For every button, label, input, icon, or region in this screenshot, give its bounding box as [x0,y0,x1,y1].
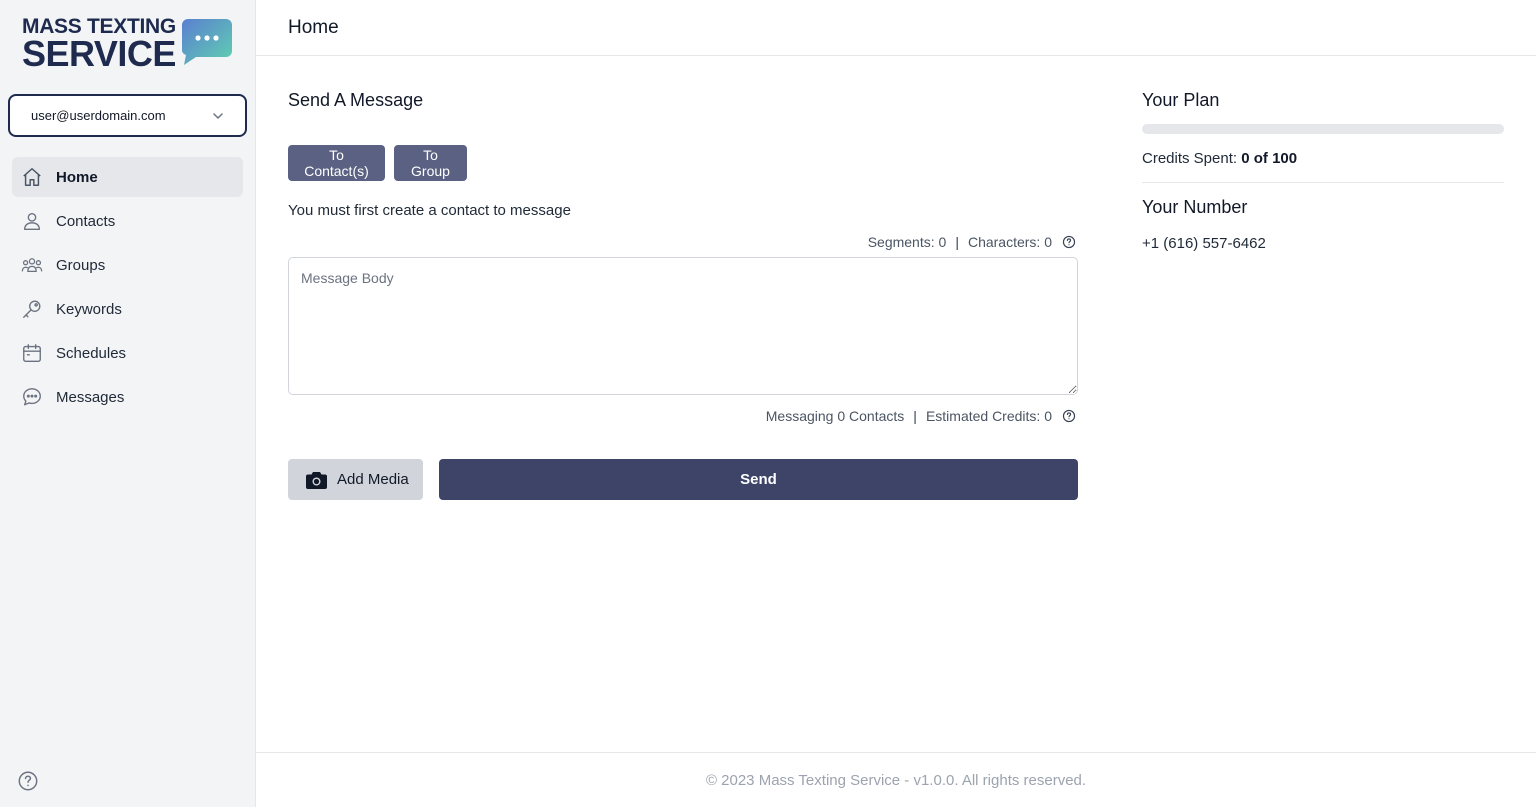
your-plan-title: Your Plan [1142,90,1220,110]
segments-count: Segments: 0 [867,234,947,250]
copyright-text: © 2023 Mass Texting Service - v1.0.0. Al… [705,771,1087,789]
sidebar: MASS TEXTING SERVICE user@userdomain.com… [0,0,256,807]
sidebar-item-label: Schedules [56,344,127,362]
users-group-icon [21,258,43,273]
sidebar-item-label: Contacts [56,212,116,230]
chat-icon [23,388,41,406]
credits-of: of [1253,150,1268,167]
send-button[interactable]: Send [439,459,1078,500]
key-icon [23,300,41,318]
message-stats: Segments: 0 | Characters: 0 [868,234,1076,250]
messaging-contacts-count: Messaging 0 Contacts [765,408,905,424]
question-circle-icon[interactable] [1062,409,1076,423]
estimated-credits: Estimated Credits: 0 [925,408,1052,424]
sidebar-item-schedules[interactable]: Schedules [12,333,243,373]
camera-icon [306,471,327,489]
account-select[interactable]: user@userdomain.com [8,94,247,137]
top-bar: Home [256,0,1536,56]
sidebar-item-contacts[interactable]: Contacts [12,201,243,241]
credits-spent: Credits Spent: 0 of 100 [1142,150,1297,167]
page-title: Home [288,17,339,38]
to-group-button[interactable]: To Group [394,145,467,181]
separator: | [913,408,917,424]
sidebar-nav: Home Contacts Groups Keywords Schedules … [12,157,243,421]
credits-prefix: Credits Spent: [1142,150,1238,167]
credits-spent-value: 0 [1241,150,1250,167]
add-media-label: Add Media [337,471,409,488]
credits-progress-bar [1142,124,1504,134]
question-circle-icon[interactable] [17,770,39,792]
message-body-input[interactable] [288,257,1078,395]
characters-count: Characters: 0 [967,234,1052,250]
brand-logo[interactable]: MASS TEXTING SERVICE [22,16,234,72]
your-number-title: Your Number [1142,197,1248,217]
brand-wordmark: MASS TEXTING SERVICE [22,16,176,72]
user-icon [23,212,41,230]
calendar-icon [23,344,41,362]
no-contacts-notice: You must first create a contact to messa… [288,202,571,219]
send-message-title: Send A Message [288,90,424,110]
phone-number: +1 (616) 557-6462 [1142,235,1266,252]
sidebar-item-messages[interactable]: Messages [12,377,243,417]
recipient-stats: Messaging 0 Contacts | Estimated Credits… [766,408,1076,424]
add-media-button[interactable]: Add Media [288,459,423,500]
sidebar-item-label: Groups [56,256,106,274]
question-circle-icon[interactable] [1062,235,1076,249]
footer: © 2023 Mass Texting Service - v1.0.0. Al… [256,752,1536,807]
to-contacts-button[interactable]: To Contact(s) [288,145,385,181]
separator: | [955,234,959,250]
chat-bubble-logo-icon [182,19,232,65]
account-email: user@userdomain.com [31,108,166,123]
sidebar-item-home[interactable]: Home [12,157,243,197]
divider [1142,182,1504,183]
sidebar-item-label: Home [56,168,98,186]
sidebar-item-keywords[interactable]: Keywords [12,289,243,329]
credits-total-value: 100 [1272,150,1298,167]
chevron-down-icon [213,112,223,119]
sidebar-item-label: Messages [56,388,125,406]
brand-line2: SERVICE [22,33,176,74]
home-icon [23,168,41,186]
sidebar-item-groups[interactable]: Groups [12,245,243,285]
sidebar-item-label: Keywords [56,300,122,318]
